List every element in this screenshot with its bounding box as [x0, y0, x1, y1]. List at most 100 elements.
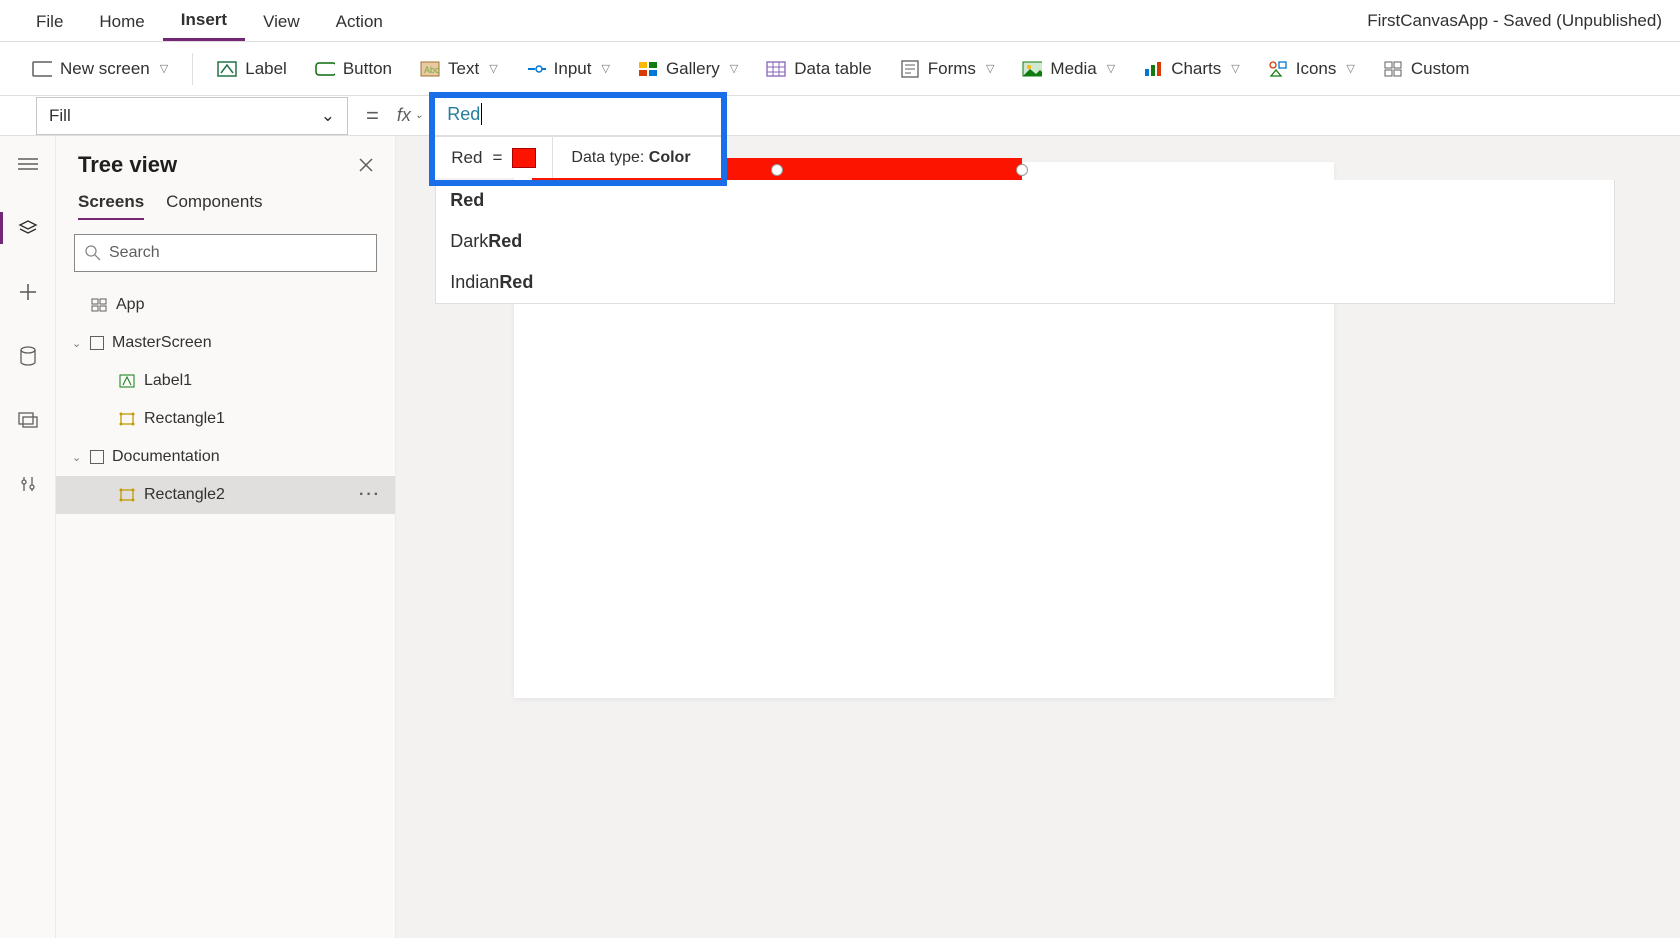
custom-label: Custom — [1411, 59, 1470, 79]
text-button[interactable]: Abc Text ▽ — [410, 53, 508, 85]
search-placeholder: Search — [109, 244, 160, 262]
plus-icon — [19, 283, 37, 301]
screen-icon — [90, 450, 104, 464]
tree-node-app[interactable]: App — [56, 286, 395, 324]
equals-sign: = — [492, 148, 502, 168]
formula-result-bar: Red = Data type: Color — [435, 136, 721, 178]
icons-label: Icons — [1296, 59, 1337, 79]
label-button[interactable]: Label — [207, 53, 297, 85]
text-icon: Abc — [420, 61, 440, 77]
forms-button[interactable]: Forms ▽ — [890, 53, 1005, 85]
more-options-button[interactable]: ··· — [359, 486, 381, 504]
chevron-down-icon: ⌄ — [321, 106, 335, 126]
button-button[interactable]: Button — [305, 53, 402, 85]
menu-action[interactable]: Action — [318, 2, 401, 40]
close-panel-button[interactable] — [359, 158, 373, 172]
chevron-down-icon: ▽ — [1231, 62, 1239, 75]
rail-data[interactable] — [8, 338, 48, 374]
app-title: FirstCanvasApp - Saved (Unpublished) — [1367, 11, 1662, 31]
tree-node-label1[interactable]: Label1 — [56, 362, 395, 400]
forms-icon — [900, 61, 920, 77]
input-button[interactable]: Input ▽ — [516, 53, 620, 85]
autocomplete-option[interactable]: IndianRed — [436, 262, 1614, 303]
button-icon — [315, 61, 335, 77]
charts-icon — [1143, 61, 1163, 77]
media-icon — [18, 412, 38, 428]
menu-view[interactable]: View — [245, 2, 318, 40]
property-selector-value: Fill — [49, 106, 71, 126]
tree-node-rectangle1[interactable]: Rectangle1 — [56, 400, 395, 438]
layers-icon — [18, 219, 38, 237]
menu-file[interactable]: File — [18, 2, 81, 40]
formula-text: Red — [447, 104, 480, 125]
autocomplete-popup: Red DarkRed IndianRed — [435, 180, 1615, 304]
tree-node-label: Documentation — [112, 448, 220, 466]
chevron-down-icon: ⌄ — [415, 110, 423, 121]
selection-handle-middle[interactable] — [771, 164, 783, 176]
tree-node-rectangle2[interactable]: Rectangle2 ··· — [56, 476, 395, 514]
data-type-value: Color — [649, 149, 691, 166]
chevron-down-icon: ⌄ — [72, 337, 82, 350]
app-icon — [90, 297, 108, 313]
rectangle-icon — [118, 411, 136, 427]
tree-node-documentation[interactable]: ⌄ Documentation — [56, 438, 395, 476]
formula-input[interactable]: Red — [435, 98, 1674, 130]
data-table-label: Data table — [794, 59, 872, 79]
hamburger-icon — [18, 157, 38, 171]
formula-bar: Fill ⌄ = fx⌄ Red Red = Data type: Color … — [0, 96, 1680, 136]
charts-button[interactable]: Charts ▽ — [1133, 53, 1250, 85]
tree-view-panel: Tree view Screens Components Search App … — [56, 136, 396, 938]
chevron-down-icon: ▽ — [160, 62, 168, 75]
database-icon — [20, 346, 36, 366]
tab-screens[interactable]: Screens — [78, 192, 144, 220]
rail-tree-view[interactable] — [8, 210, 48, 246]
tree-node-masterscreen[interactable]: ⌄ MasterScreen — [56, 324, 395, 362]
rail-insert[interactable] — [8, 274, 48, 310]
chevron-down-icon: ⌄ — [72, 451, 82, 464]
custom-icon — [1383, 61, 1403, 77]
menu-home[interactable]: Home — [81, 2, 162, 40]
chevron-down-icon: ▽ — [986, 62, 994, 75]
rail-media[interactable] — [8, 402, 48, 438]
formula-input-wrap: Red Red = Data type: Color Red DarkRed I… — [429, 96, 1680, 135]
svg-text:Abc: Abc — [424, 65, 440, 75]
formula-result-label: Red — [451, 148, 482, 168]
chevron-down-icon: ▽ — [489, 62, 497, 75]
input-icon — [526, 61, 546, 77]
fx-button[interactable]: fx⌄ — [397, 105, 429, 126]
screen-icon — [32, 61, 52, 77]
input-label: Input — [554, 59, 592, 79]
new-screen-label: New screen — [60, 59, 150, 79]
media-label: Media — [1050, 59, 1096, 79]
tree-search-input[interactable]: Search — [74, 234, 377, 272]
tree-node-label: App — [116, 296, 144, 314]
media-button[interactable]: Media ▽ — [1012, 53, 1125, 85]
tree-node-label: MasterScreen — [112, 334, 212, 352]
formula-result: Red = — [435, 137, 553, 178]
data-table-button[interactable]: Data table — [756, 53, 882, 85]
property-selector[interactable]: Fill ⌄ — [36, 97, 348, 135]
rail-hamburger[interactable] — [8, 146, 48, 182]
autocomplete-option[interactable]: DarkRed — [436, 221, 1614, 262]
forms-label: Forms — [928, 59, 976, 79]
close-icon — [359, 158, 373, 172]
new-screen-button[interactable]: New screen ▽ — [22, 53, 178, 85]
menu-insert[interactable]: Insert — [163, 0, 245, 41]
autocomplete-option[interactable]: Red — [436, 180, 1614, 221]
selection-handle-right[interactable] — [1016, 164, 1028, 176]
tab-components[interactable]: Components — [166, 192, 262, 220]
custom-button[interactable]: Custom — [1373, 53, 1480, 85]
button-label: Button — [343, 59, 392, 79]
screen-icon — [90, 336, 104, 350]
rail-advanced-tools[interactable] — [8, 466, 48, 502]
insert-ribbon: New screen ▽ Label Button Abc Text ▽ Inp… — [0, 42, 1680, 96]
gallery-icon — [638, 61, 658, 77]
chevron-down-icon: ▽ — [730, 62, 738, 75]
gallery-button[interactable]: Gallery ▽ — [628, 53, 748, 85]
tree-list: App ⌄ MasterScreen Label1 Rectangle1 ⌄ D… — [56, 282, 395, 518]
color-swatch — [512, 148, 536, 168]
icons-icon — [1268, 61, 1288, 77]
tree-tabs: Screens Components — [56, 184, 395, 220]
icons-button[interactable]: Icons ▽ — [1258, 53, 1365, 85]
tree-node-label: Label1 — [144, 372, 192, 390]
